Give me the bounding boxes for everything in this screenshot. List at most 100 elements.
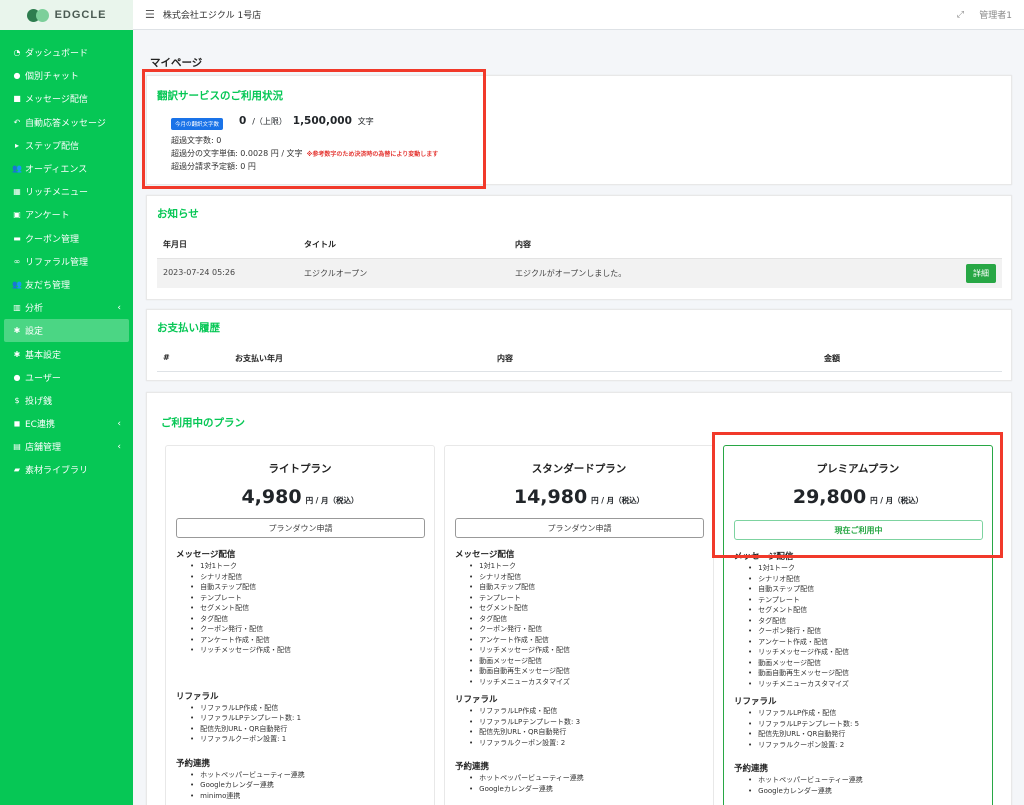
list-item: リッチメッセージ作成・配信: [190, 645, 291, 656]
list-item: リファラルLPテンプレート数: 1: [190, 713, 301, 724]
sidebar-item-17[interactable]: ▤ 店舗管理 ‹: [0, 435, 133, 458]
sidebar-icon: ▣: [13, 210, 21, 220]
sidebar-item-10[interactable]: 👥 友だち管理: [0, 273, 133, 296]
payment-header-amount: 金額: [824, 354, 840, 363]
list-item: 1対1トーク: [469, 561, 570, 572]
sidebar-item-8[interactable]: ▬ クーポン管理: [0, 227, 133, 250]
list-item: 1対1トーク: [748, 563, 849, 574]
notice-header-title: タイトル: [304, 240, 336, 249]
sidebar-item-1[interactable]: ● 個別チャット: [0, 64, 133, 87]
list-item: リファラルLP作成・配信: [748, 708, 859, 719]
sidebar-item-label: 個別チャット: [25, 72, 79, 83]
store-name: 株式会社エジクル 1号店: [162, 11, 262, 21]
sidebar-icon: ∞: [13, 256, 21, 266]
plan-name: スタンダードプラン: [531, 463, 627, 475]
fullscreen-icon[interactable]: ⤢: [957, 10, 964, 20]
list-item: 自動ステップ配信: [469, 582, 570, 593]
list-item: minimo連携: [190, 791, 305, 802]
sidebar-icon: ▦: [13, 187, 21, 197]
brand-logo[interactable]: EDGCLE: [0, 0, 133, 30]
payment-table-divider: [157, 371, 1002, 372]
sidebar-item-label: 基本設定: [25, 350, 62, 361]
plan-card-0: ライトプラン 4,980円 / 月（税込） プランダウン申請メッセージ配信1対1…: [165, 445, 435, 805]
payment-header-month: お支払い年月: [235, 354, 283, 363]
chevron-left-icon: ‹: [117, 302, 121, 313]
sidebar-icon: ▥: [13, 303, 21, 313]
list-item: セグメント配信: [748, 605, 849, 616]
sidebar-item-18[interactable]: ▰ 素材ライブラリ: [0, 458, 133, 481]
sidebar-item-15[interactable]: $ 投げ銭: [0, 389, 133, 412]
list-item: クーポン発行・配信: [748, 626, 849, 637]
list-item: 動画メッセージ配信: [748, 658, 849, 669]
sidebar-item-5[interactable]: 👥 オーディエンス: [0, 157, 133, 180]
notice-detail-button[interactable]: 詳細: [966, 264, 996, 283]
list-item: シナリオ配信: [190, 572, 291, 583]
plan-section-title: リファラル: [455, 695, 498, 705]
list-item: 配信先別URL・QR自動発行: [469, 727, 580, 738]
plan-feature-list: 1対1トークシナリオ配信自動ステップ配信テンプレートセグメント配信タグ配信クーポ…: [469, 561, 570, 687]
plan-price-amount: 14,980: [513, 486, 588, 508]
plan-downgrade-button[interactable]: プランダウン申請: [455, 518, 704, 538]
list-item: Googleカレンダー連携: [190, 780, 305, 791]
sidebar-item-label: クーポン管理: [25, 234, 80, 245]
sidebar-item-2[interactable]: ■ メッセージ配信: [0, 87, 133, 110]
plan-feature-list: リファラルLP作成・配信リファラルLPテンプレート数: 3配信先別URL・QR自…: [469, 706, 580, 748]
plan-price-amount: 4,980: [241, 486, 302, 508]
sidebar-icon: ●: [13, 372, 21, 382]
sidebar-item-9[interactable]: ∞ リファラル管理: [0, 250, 133, 273]
sidebar-item-0[interactable]: ◔ ダッシュボード: [0, 41, 133, 64]
plan-section-title: メッセージ配信: [455, 550, 515, 560]
sidebar-item-14[interactable]: ● ユーザー: [0, 366, 133, 389]
sidebar-item-12[interactable]: ✱ 設定: [4, 319, 129, 343]
sidebar-item-3[interactable]: ↶ 自動応答メッセージ: [0, 111, 133, 134]
list-item: セグメント配信: [469, 603, 570, 614]
plan-section-title: 予約連携: [176, 758, 211, 769]
list-item: リファラルクーポン設置: 2: [469, 738, 580, 749]
payment-header-content: 内容: [497, 354, 513, 363]
plan-price-unit: 円 / 月（税込）: [305, 496, 359, 505]
sidebar-item-label: リファラル管理: [25, 257, 89, 268]
list-item: リファラルLP作成・配信: [469, 706, 580, 717]
admin-user-menu[interactable]: 管理者1: [979, 8, 1012, 21]
sidebar-item-label: ダッシュボード: [25, 49, 89, 60]
sidebar-item-label: ユーザー: [25, 373, 61, 384]
list-item: 1対1トーク: [190, 561, 291, 572]
list-item: 動画メッセージ配信: [469, 656, 570, 667]
plan-downgrade-button[interactable]: プランダウン申請: [176, 518, 425, 538]
plan-section-title: 予約連携: [455, 762, 490, 772]
list-item: リファラルクーポン設置: 1: [190, 734, 301, 745]
notice-content: エジクルがオープンしました。: [515, 269, 627, 278]
list-item: リファラルクーポン設置: 2: [748, 740, 859, 751]
list-item: クーポン発行・配信: [469, 624, 570, 635]
list-item: 動画自動再生メッセージ配信: [748, 668, 849, 679]
plan-name: ライトプラン: [268, 463, 332, 475]
sidebar-item-label: 店舗管理: [25, 443, 62, 454]
sidebar-item-7[interactable]: ▣ アンケート: [0, 203, 133, 226]
plan-section-title: リファラル: [734, 697, 777, 707]
menu-toggle-icon[interactable]: ☰: [145, 8, 155, 21]
plan-feature-list: 1対1トークシナリオ配信自動ステップ配信テンプレートセグメント配信タグ配信クーポ…: [748, 563, 849, 689]
sidebar-item-13[interactable]: ✱ 基本設定: [0, 342, 133, 365]
list-item: テンプレート: [469, 593, 570, 604]
list-item: テンプレート: [190, 593, 291, 604]
sidebar-item-label: 分析: [25, 304, 44, 315]
plans-card-title: ご利用中のプラン: [161, 417, 245, 429]
sidebar-item-16[interactable]: ◼ EC連携 ‹: [0, 412, 133, 435]
sidebar-item-11[interactable]: ▥ 分析 ‹: [0, 296, 133, 319]
table-row: 2023-07-24 05:26 エジクルオープン エジクルがオープンしました。…: [157, 258, 1002, 288]
sidebar-item-6[interactable]: ▦ リッチメニュー: [0, 180, 133, 203]
sidebar-item-label: リッチメニュー: [25, 188, 89, 199]
sidebar-item-4[interactable]: ▸ ステップ配信: [0, 134, 133, 157]
sidebar-nav: ◔ ダッシュボード ● 個別チャット ■ メッセージ配信 ↶ 自動応答メッセージ ▸ ステップ配信…: [0, 30, 133, 482]
list-item: 配信先別URL・QR自動発行: [748, 729, 859, 740]
plan-feature-list: ホットペッパービューティー連携Googleカレンダー連携minimo連携: [190, 770, 305, 802]
notice-date: 2023-07-24 05:26: [163, 268, 236, 277]
notice-card-title: お知らせ: [157, 208, 199, 220]
highlight-box-premium: [712, 432, 1003, 558]
list-item: リッチメニューカスタマイズ: [469, 677, 570, 688]
sidebar-icon: ✱: [13, 349, 21, 359]
sidebar-item-label: ステップ配信: [25, 141, 80, 152]
sidebar-item-label: 素材ライブラリ: [25, 466, 89, 477]
sidebar-icon: ■: [13, 94, 21, 104]
payment-header-number: #: [163, 353, 170, 362]
